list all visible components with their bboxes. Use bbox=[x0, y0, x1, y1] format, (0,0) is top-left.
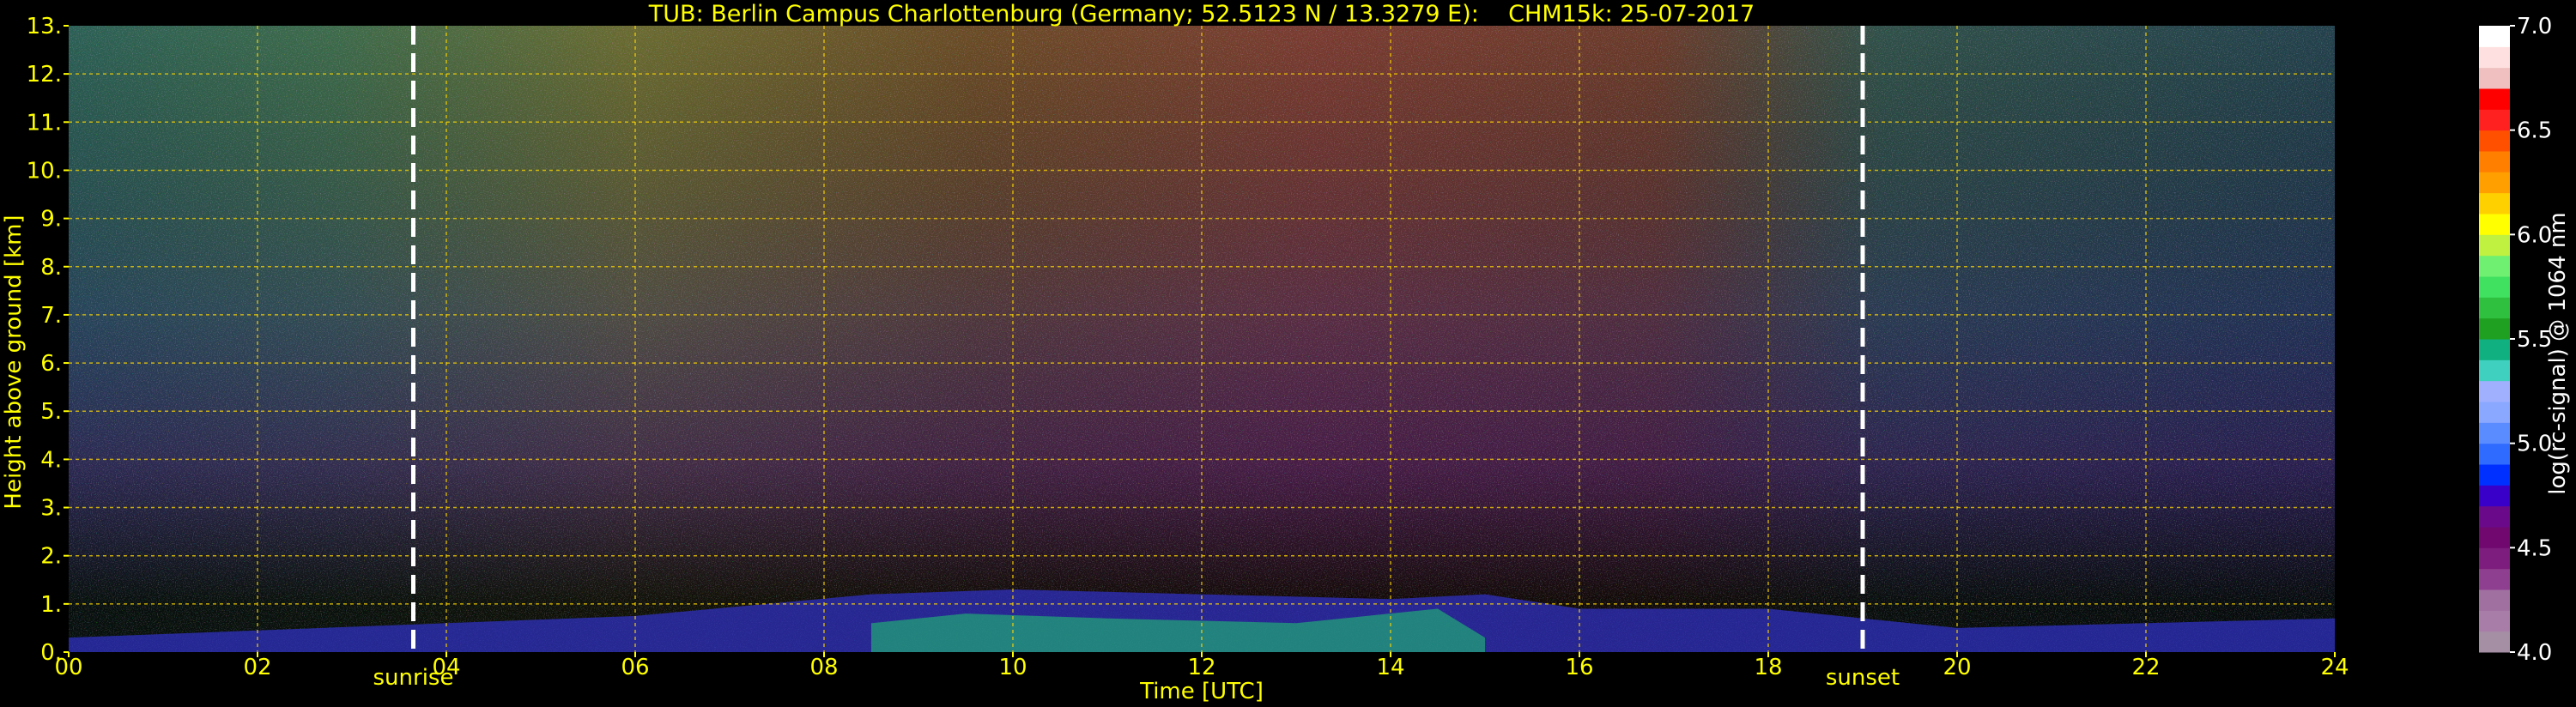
x-tick-label: 08 bbox=[809, 655, 838, 680]
x-tick-label: 14 bbox=[1376, 655, 1404, 680]
y-tick-label: 2. bbox=[40, 544, 62, 570]
colorbar-tick-label: 4.0 bbox=[2517, 640, 2552, 666]
x-tick-label: 00 bbox=[54, 655, 82, 680]
signal-field bbox=[69, 26, 2335, 652]
y-tick-label: 8. bbox=[40, 255, 62, 281]
y-tick-label: 5. bbox=[40, 399, 62, 425]
colorbar-segment bbox=[2479, 610, 2510, 632]
y-tick-labels: 0.1.2.3.4.5.6.7.8.9.10.11.12.13. bbox=[27, 14, 69, 666]
colorbar-label: log(rc-signal) @ 1064 nm bbox=[2545, 212, 2571, 494]
colorbar-segment bbox=[2479, 46, 2510, 69]
colorbar-segment bbox=[2479, 192, 2510, 215]
x-tick-label: 10 bbox=[998, 655, 1027, 680]
chart-title: TUB: Berlin Campus Charlottenburg (Germa… bbox=[648, 1, 1755, 27]
colorbar-segment bbox=[2479, 26, 2510, 47]
x-tick-label: 24 bbox=[2320, 655, 2349, 680]
colorbar-segment bbox=[2479, 255, 2510, 277]
x-tick-label: 22 bbox=[2131, 655, 2160, 680]
colorbar-segment bbox=[2479, 505, 2510, 528]
y-tick-label: 6. bbox=[40, 351, 62, 377]
colorbar-segment bbox=[2479, 339, 2510, 360]
x-tick-label: 12 bbox=[1187, 655, 1215, 680]
colorbar-segment bbox=[2479, 547, 2510, 570]
y-tick-label: 1. bbox=[40, 592, 62, 618]
colorbar-segment bbox=[2479, 380, 2510, 402]
x-tick-label: 16 bbox=[1565, 655, 1593, 680]
x-tick-label: 06 bbox=[621, 655, 649, 680]
colorbar-segment bbox=[2479, 568, 2510, 590]
colorbar-segment bbox=[2479, 422, 2510, 444]
colorbar-segment bbox=[2479, 234, 2510, 257]
y-tick-label: 3. bbox=[40, 496, 62, 522]
colorbar-segment bbox=[2479, 589, 2510, 611]
colorbar: 4.04.55.05.56.06.57.0 bbox=[2479, 14, 2552, 666]
colorbar-segment bbox=[2479, 109, 2510, 131]
y-tick-label: 7. bbox=[40, 303, 62, 329]
colorbar-tick-label: 7.0 bbox=[2517, 14, 2552, 39]
colorbar-segment bbox=[2479, 172, 2510, 194]
x-tick-label: 18 bbox=[1754, 655, 1782, 680]
colorbar-segment bbox=[2479, 88, 2510, 110]
colorbar-segment bbox=[2479, 67, 2510, 89]
ceilometer-chart: sunrise sunset TUB: Berlin Campus Charlot… bbox=[1, 1, 2571, 704]
colorbar-segment bbox=[2479, 443, 2510, 465]
colorbar-segment bbox=[2479, 631, 2510, 653]
y-axis-label: Height above ground [km] bbox=[1, 215, 27, 509]
colorbar-tick-label: 6.5 bbox=[2517, 118, 2552, 144]
colorbar-segment bbox=[2479, 297, 2510, 319]
colorbar-tick-label: 4.5 bbox=[2517, 535, 2552, 561]
y-tick-label: 13. bbox=[27, 14, 62, 39]
y-tick-label: 9. bbox=[40, 207, 62, 233]
x-tick-label: 02 bbox=[243, 655, 271, 680]
x-tick-label: 20 bbox=[1943, 655, 1971, 680]
x-axis-label: Time [UTC] bbox=[1139, 679, 1264, 704]
colorbar-segment bbox=[2479, 130, 2510, 152]
y-tick-label: 12. bbox=[27, 62, 62, 88]
annotation-label-sunset: sunset bbox=[1826, 665, 1900, 691]
colorbar-segment bbox=[2479, 317, 2510, 340]
colorbar-segment bbox=[2479, 527, 2510, 548]
colorbar-segment bbox=[2479, 360, 2510, 382]
y-tick-label: 4. bbox=[40, 447, 62, 473]
signal-noise bbox=[69, 26, 2335, 652]
y-tick-label: 10. bbox=[27, 158, 62, 184]
y-tick-label: 11. bbox=[27, 110, 62, 136]
colorbar-segment bbox=[2479, 402, 2510, 423]
colorbar-segment bbox=[2479, 276, 2510, 298]
colorbar-segment bbox=[2479, 485, 2510, 507]
x-tick-label: 04 bbox=[432, 655, 460, 680]
colorbar-segment bbox=[2479, 464, 2510, 486]
colorbar-segment bbox=[2479, 214, 2510, 235]
colorbar-segment bbox=[2479, 151, 2510, 172]
